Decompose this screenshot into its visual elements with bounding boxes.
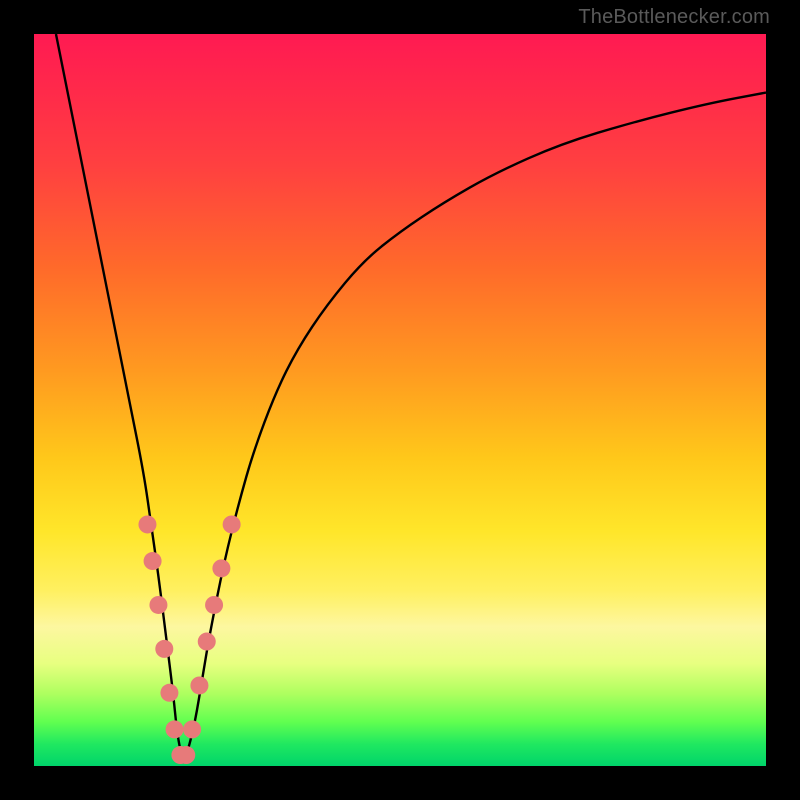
curve-marker [177, 746, 195, 764]
curve-marker [138, 515, 156, 533]
curve-marker [190, 676, 208, 694]
curve-marker [205, 596, 223, 614]
curve-markers [138, 515, 240, 764]
curve-marker [160, 684, 178, 702]
chart-frame: TheBottlenecker.com [0, 0, 800, 800]
curve-marker [166, 720, 184, 738]
plot-area [34, 34, 766, 766]
curve-marker [198, 633, 216, 651]
curve-marker [155, 640, 173, 658]
curve-marker [144, 552, 162, 570]
curve-marker [149, 596, 167, 614]
curve-marker [212, 559, 230, 577]
bottleneck-curve-svg [34, 34, 766, 766]
curve-marker [183, 720, 201, 738]
attribution-label: TheBottlenecker.com [578, 6, 770, 29]
curve-marker [223, 515, 241, 533]
